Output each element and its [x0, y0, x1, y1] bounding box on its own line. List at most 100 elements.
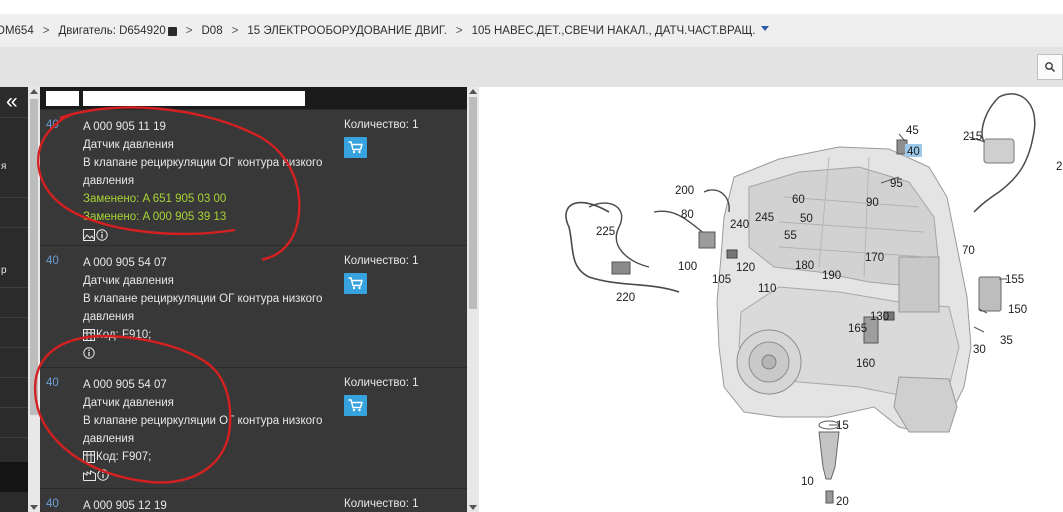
table-row[interactable]: 40 A 000 905 11 19 Датчик давления В кла…: [40, 109, 467, 245]
nav-divider: [0, 287, 28, 288]
part-position[interactable]: 40: [46, 255, 59, 267]
code-table-icon: [83, 329, 95, 341]
callout-70[interactable]: 70: [962, 245, 975, 257]
table-row[interactable]: 40 A 000 905 54 07 Датчик давления В кла…: [40, 245, 467, 367]
side-navigation: « я р: [0, 87, 28, 512]
copy-icon[interactable]: [167, 27, 177, 36]
callout-190[interactable]: 190: [822, 270, 841, 282]
add-to-cart-button[interactable]: [344, 137, 367, 158]
callout-35[interactable]: 35: [1000, 335, 1013, 347]
callout-130[interactable]: 130: [870, 311, 889, 323]
breadcrumb-model[interactable]: OM654: [0, 25, 34, 37]
breadcrumb-group[interactable]: D08: [202, 25, 223, 37]
part-name: Датчик давления: [83, 139, 174, 151]
collapse-icon[interactable]: «: [6, 91, 18, 113]
code-table-icon: [83, 451, 95, 463]
parts-scrollbar[interactable]: [467, 87, 479, 512]
info-icon[interactable]: [97, 469, 109, 481]
image-icon[interactable]: [83, 229, 95, 241]
callout-10[interactable]: 10: [801, 476, 814, 488]
callout-165[interactable]: 165: [848, 323, 867, 335]
breadcrumb-separator: >: [231, 24, 239, 37]
info-icon[interactable]: [96, 229, 108, 241]
callout-245[interactable]: 245: [755, 212, 774, 224]
nav-scrollbar[interactable]: [28, 87, 40, 512]
replaced-by-link[interactable]: Заменено: A 651 905 03 00: [83, 190, 338, 208]
callout-170[interactable]: 170: [865, 252, 884, 264]
part-number: A 000 905 54 07: [83, 379, 167, 391]
part-position[interactable]: 40: [46, 377, 59, 389]
factory-icon[interactable]: [83, 469, 96, 481]
scroll-down-icon[interactable]: [30, 505, 38, 510]
callout-45[interactable]: 45: [906, 125, 919, 137]
scroll-up-icon[interactable]: [469, 89, 477, 94]
part-name: Датчик давления: [83, 275, 174, 287]
callout-15[interactable]: 15: [836, 420, 849, 432]
callout-50[interactable]: 50: [800, 213, 813, 225]
breadcrumb: OM654 > Двигатель: D654920 > D08 > 15 ЭЛ…: [0, 14, 1063, 47]
scrollbar-thumb[interactable]: [469, 97, 477, 309]
info-icon[interactable]: [83, 347, 95, 359]
replaced-by-link[interactable]: Заменено: A 000 905 39 13: [83, 208, 338, 226]
callout-105[interactable]: 105: [712, 274, 731, 286]
callout-110[interactable]: 110: [758, 283, 776, 295]
breadcrumb-engine[interactable]: Двигатель: D654920: [58, 25, 165, 37]
filter-number-input[interactable]: [83, 91, 305, 106]
callout-160[interactable]: 160: [856, 358, 875, 370]
callout-90[interactable]: 90: [866, 197, 879, 209]
part-description: В клапане рециркуляции ОГ контура низког…: [83, 157, 323, 187]
quantity-label: Количество: 1: [344, 119, 419, 131]
callout-120[interactable]: 120: [736, 262, 755, 274]
callout-20[interactable]: 20: [836, 496, 849, 508]
callout-240[interactable]: 240: [730, 219, 749, 231]
part-description: В клапане рециркуляции ОГ контура низког…: [83, 415, 323, 445]
callout-155[interactable]: 155: [1005, 274, 1024, 286]
nav-divider: [0, 317, 28, 318]
nav-divider: [0, 347, 28, 348]
nav-divider: [0, 437, 28, 438]
part-number: A 000 905 54 07: [83, 257, 167, 269]
add-to-cart-button[interactable]: [344, 273, 367, 294]
table-row[interactable]: 40 A 000 905 54 07 Датчик давления В кла…: [40, 367, 467, 488]
scrollbar-thumb[interactable]: [30, 99, 38, 415]
callout-150[interactable]: 150: [1008, 304, 1027, 316]
nav-item-fragment[interactable]: я: [1, 161, 6, 172]
callout-55[interactable]: 55: [784, 230, 797, 242]
callout-60[interactable]: 60: [792, 194, 805, 206]
scroll-down-icon[interactable]: [469, 505, 477, 510]
part-description: В клапане рециркуляции ОГ контура низког…: [83, 293, 323, 323]
callout-100[interactable]: 100: [678, 261, 697, 273]
callout-2[interactable]: 2: [1056, 161, 1062, 173]
part-position[interactable]: 40: [46, 119, 59, 131]
part-name: Датчик давления: [83, 397, 174, 409]
callout-95[interactable]: 95: [890, 178, 903, 190]
breadcrumb-separator: >: [42, 24, 50, 37]
callout-30[interactable]: 30: [973, 344, 986, 356]
nav-item-selected[interactable]: [0, 462, 28, 492]
callout-220[interactable]: 220: [616, 292, 635, 304]
filter-position-input[interactable]: [46, 91, 79, 106]
chevron-down-icon[interactable]: [760, 26, 769, 31]
callout-80[interactable]: 80: [681, 209, 694, 221]
nav-item-fragment[interactable]: р: [1, 265, 7, 276]
quantity-label: Количество: 1: [344, 255, 419, 267]
callout-225[interactable]: 225: [596, 226, 615, 238]
callout-40[interactable]: 40: [907, 146, 920, 158]
part-number: A 000 905 11 19: [83, 121, 166, 133]
callout-200[interactable]: 200: [675, 185, 694, 197]
engine-illustration: 45 40 215 2 95 90 200 80 60 50 55 240 24…: [565, 93, 1062, 508]
table-row[interactable]: 40 A 000 905 12 19 Количество: 1: [40, 488, 467, 512]
search-icon: [1045, 62, 1055, 72]
breadcrumb-section[interactable]: 15 ЭЛЕКТРООБОРУДОВАНИЕ ДВИГ.: [247, 25, 447, 37]
quantity-label: Количество: 1: [344, 498, 419, 510]
toolbar: [0, 47, 1063, 87]
exploded-diagram[interactable]: 45 40 215 2 95 90 200 80 60 50 55 240 24…: [479, 87, 1063, 512]
add-to-cart-button[interactable]: [344, 395, 367, 416]
breadcrumb-subsection[interactable]: 105 НАВЕС.ДЕТ.,СВЕЧИ НАКАЛ., ДАТЧ.ЧАСТ.В…: [472, 25, 756, 37]
part-position[interactable]: 40: [46, 498, 59, 510]
callout-180[interactable]: 180: [795, 260, 814, 272]
callout-215[interactable]: 215: [963, 131, 982, 143]
scroll-up-icon[interactable]: [30, 89, 38, 94]
search-button[interactable]: [1037, 54, 1063, 80]
breadcrumb-separator: >: [185, 24, 193, 37]
